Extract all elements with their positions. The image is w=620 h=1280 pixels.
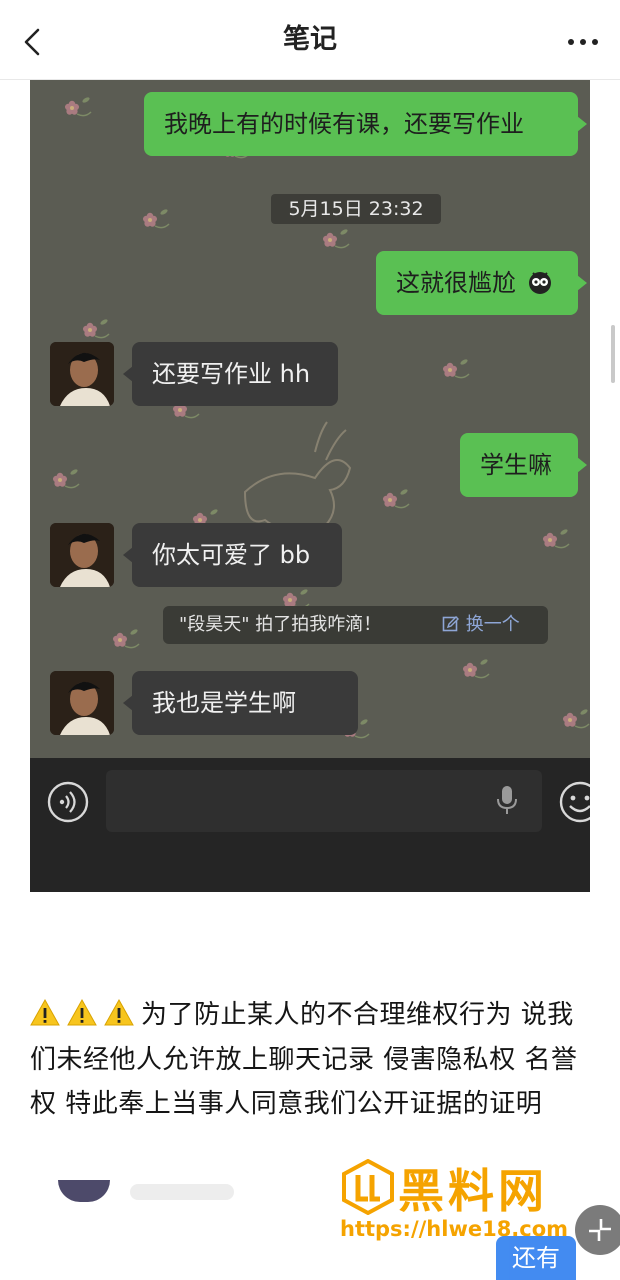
incoming-message[interactable]: 还要写作业 hh	[123, 342, 338, 406]
more-horizontal-icon	[568, 39, 574, 45]
warning-icon	[67, 998, 97, 1028]
floral-wallpaper	[52, 95, 590, 739]
watermark-logo-icon	[342, 1159, 394, 1215]
outgoing-message[interactable]: 我晚上有的时候有课，还要写作业	[144, 92, 587, 156]
note-caption: 为了防止某人的不合理维权行为 说我们未经他人允许放上聊天记录 侵害隐私权 名誉权…	[30, 993, 590, 1127]
contact-avatar[interactable]	[50, 523, 114, 587]
message-text: 我晚上有的时候有课，还要写作业	[164, 110, 524, 138]
warning-icon	[104, 998, 134, 1028]
warning-icon	[30, 998, 60, 1028]
emoji-icon	[559, 781, 590, 823]
chat-timestamp: 5月15日 23:32	[271, 194, 441, 224]
outgoing-message[interactable]: 学生嘛	[460, 433, 587, 497]
change-pat-link[interactable]: 换一个	[442, 606, 520, 644]
more-content-button[interactable]: 还有	[496, 1236, 576, 1280]
awkward-emoji-icon	[527, 255, 553, 294]
author-info-placeholder	[130, 1184, 234, 1200]
message-text: 还要写作业 hh	[152, 360, 311, 388]
page-title: 笔记	[283, 24, 337, 55]
outgoing-message[interactable]: 这就很尴尬	[376, 251, 587, 315]
message-text: 学生嘛	[480, 451, 552, 479]
watermark-title: 黑料网	[398, 1164, 548, 1218]
message-input[interactable]	[106, 770, 542, 832]
incoming-message[interactable]: 你太可爱了 bb	[123, 523, 342, 587]
emoji-button[interactable]	[558, 780, 590, 824]
voice-icon	[47, 781, 89, 823]
chat-input-bar	[30, 758, 590, 892]
chat-screenshot: 我晚上有的时候有课，还要写作业 5月15日 23:32 这就很尴尬 还要写作业 …	[30, 80, 590, 892]
collapse-button[interactable]	[575, 1205, 620, 1255]
message-text: 你太可爱了 bb	[152, 541, 311, 569]
top-nav-bar: 笔记	[0, 0, 620, 80]
change-pat-label: 换一个	[465, 614, 520, 635]
contact-avatar[interactable]	[50, 671, 114, 735]
microphone-icon[interactable]	[494, 784, 520, 818]
contact-avatar[interactable]	[50, 342, 114, 406]
message-text: 这就很尴尬	[396, 269, 516, 297]
message-text: 我也是学生啊	[152, 689, 296, 717]
more-options-button[interactable]	[566, 26, 600, 56]
voice-toggle-button[interactable]	[46, 780, 90, 824]
incoming-message[interactable]: 我也是学生啊	[123, 671, 358, 735]
author-avatar[interactable]	[58, 1180, 110, 1202]
pat-notification: "段昊天" 拍了拍我咋滴！ 换一个	[163, 606, 548, 644]
scrollbar-thumb[interactable]	[611, 325, 615, 383]
collapse-icon	[589, 1219, 611, 1241]
pat-notice-text: "段昊天" 拍了拍我咋滴！	[179, 614, 382, 635]
edit-icon	[442, 616, 459, 632]
